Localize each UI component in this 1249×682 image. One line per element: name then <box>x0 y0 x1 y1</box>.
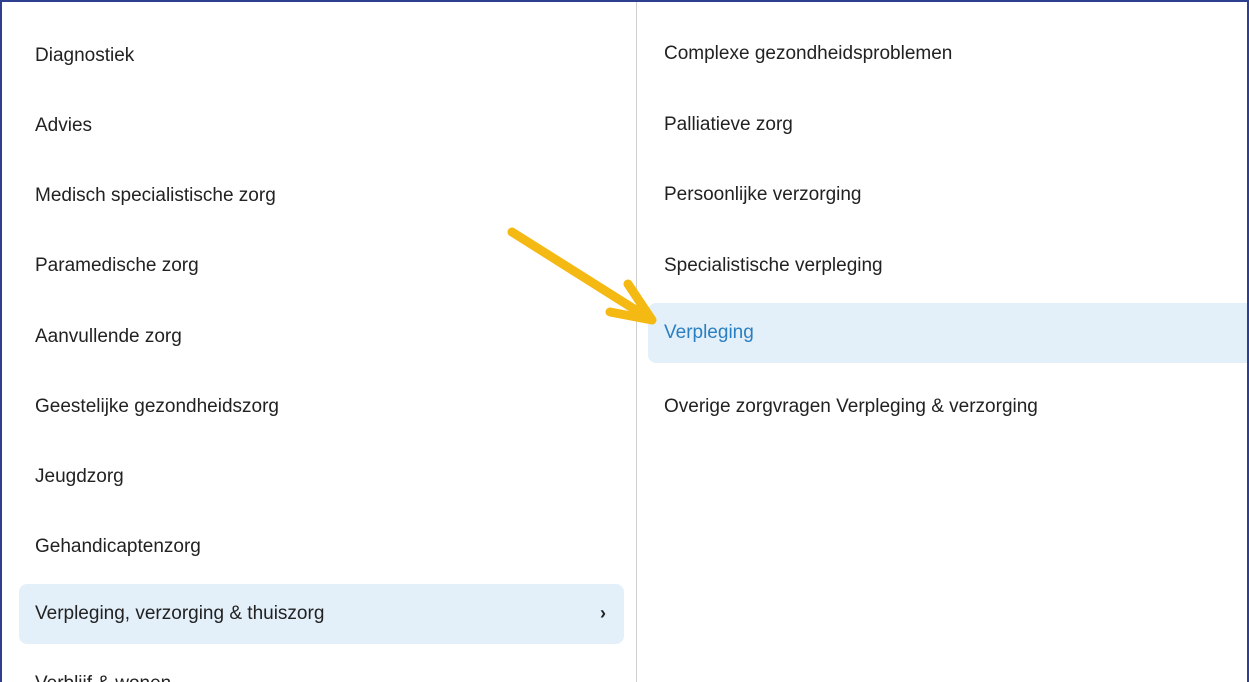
category-advies[interactable]: Advies <box>19 96 624 156</box>
menu-item-label: Paramedische zorg <box>35 255 199 276</box>
category-aanvullende-zorg[interactable]: Aanvullende zorg <box>19 307 624 367</box>
subcategory-palliatieve-zorg[interactable]: Palliatieve zorg <box>648 95 1247 155</box>
category-geestelijke-gezondheidszorg[interactable]: Geestelijke gezondheidszorg <box>19 377 624 437</box>
menu-item-label: Diagnostiek <box>35 45 135 66</box>
menu-item-label: Gehandicaptenzorg <box>35 536 201 557</box>
menu-item-label: Aanvullende zorg <box>35 326 182 347</box>
menu-window: Diagnostiek Advies Medisch specialistisc… <box>0 0 1249 682</box>
category-jeugdzorg[interactable]: Jeugdzorg <box>19 447 624 507</box>
menu-item-label: Geestelijke gezondheidszorg <box>35 396 279 417</box>
menu-item-label: Medisch specialistische zorg <box>35 185 276 206</box>
category-gehandicaptenzorg[interactable]: Gehandicaptenzorg <box>19 517 624 577</box>
menu-item-label: Jeugdzorg <box>35 466 124 487</box>
chevron-right-icon: › <box>600 603 606 624</box>
menu-item-label: Verpleging <box>664 322 754 343</box>
menu-item-label: Palliatieve zorg <box>664 114 793 135</box>
subcategory-persoonlijke-verzorging[interactable]: Persoonlijke verzorging <box>648 165 1247 225</box>
subcategory-specialistische-verpleging[interactable]: Specialistische verpleging <box>648 236 1247 296</box>
category-diagnostiek[interactable]: Diagnostiek <box>19 26 624 86</box>
menu-item-label: Specialistische verpleging <box>664 255 883 276</box>
menu-item-label: Verblijf & wonen <box>35 673 171 682</box>
subcategory-complexe-gezondheidsproblemen[interactable]: Complexe gezondheidsproblemen <box>648 24 1247 84</box>
menu-item-label: Overige zorgvragen Verpleging & verzorgi… <box>664 396 1038 417</box>
category-verpleging-verzorging-thuiszorg[interactable]: Verpleging, verzorging & thuiszorg › <box>19 584 624 644</box>
category-menu: Diagnostiek Advies Medisch specialistisc… <box>2 2 637 682</box>
category-verblijf-wonen[interactable]: Verblijf & wonen <box>19 654 624 682</box>
menu-item-label: Advies <box>35 115 93 136</box>
subcategory-menu: Complexe gezondheidsproblemen Palliatiev… <box>637 2 1247 682</box>
menu-item-label: Verpleging, verzorging & thuiszorg <box>35 603 325 624</box>
category-paramedische-zorg[interactable]: Paramedische zorg <box>19 236 624 296</box>
category-medisch-specialistische-zorg[interactable]: Medisch specialistische zorg <box>19 166 624 226</box>
subcategory-overige-zorgvragen[interactable]: Overige zorgvragen Verpleging & verzorgi… <box>648 377 1247 437</box>
menu-item-label: Complexe gezondheidsproblemen <box>664 43 953 64</box>
menu-item-label: Persoonlijke verzorging <box>664 184 862 205</box>
subcategory-verpleging[interactable]: Verpleging <box>648 303 1247 363</box>
